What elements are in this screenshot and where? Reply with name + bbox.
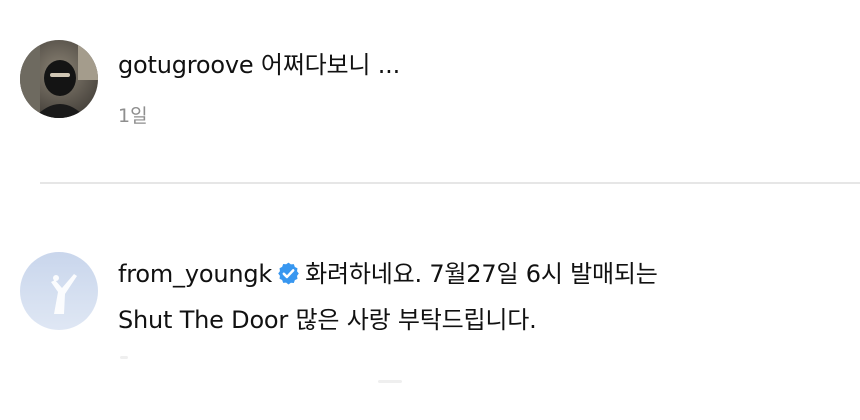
avatar[interactable] xyxy=(20,252,98,330)
divider xyxy=(120,356,128,359)
verified-badge-icon xyxy=(276,261,301,286)
divider xyxy=(378,380,402,383)
avatar[interactable] xyxy=(20,40,98,118)
sky-silhouette-avatar-icon xyxy=(20,252,98,330)
comment-item: from_youngk 화려하네요. 7월27일 6시 발매되는 Shut Th… xyxy=(0,184,860,420)
timestamp: 1일 xyxy=(118,105,148,127)
comment-text: 화려하네요. 7월27일 6시 발매되는 xyxy=(305,260,658,288)
comment-text-line: Shut The Door 많은 사랑 부탁드립니다. xyxy=(118,304,537,336)
masked-person-avatar-icon xyxy=(20,40,98,118)
comment-text: 어쩌다보니 ... xyxy=(260,51,401,79)
username[interactable]: from_youngk xyxy=(118,260,272,288)
comment-text-line: gotugroove 어쩌다보니 ... xyxy=(118,49,400,81)
comment-text: Shut The Door 많은 사랑 부탁드립니다. xyxy=(118,306,537,334)
comment-text-line: from_youngk 화려하네요. 7월27일 6시 발매되는 xyxy=(118,258,658,290)
comment-item: gotugroove 어쩌다보니 ... 1일 xyxy=(0,0,860,180)
username[interactable]: gotugroove xyxy=(118,51,254,79)
